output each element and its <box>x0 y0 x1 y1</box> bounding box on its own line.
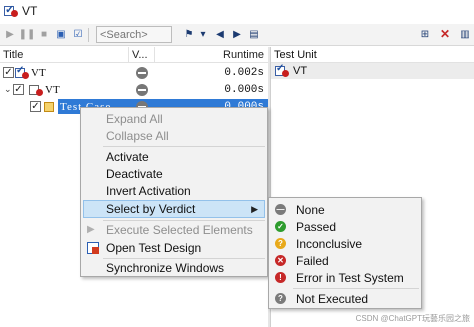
test-unit-icon: ✓ <box>275 63 289 77</box>
submenu-item-failed[interactable]: ✕ Failed <box>271 252 421 269</box>
submenu-item-label: Failed <box>296 253 329 268</box>
test-unit-label: VT <box>293 65 308 77</box>
menu-item-open-test-design[interactable]: Open Test Design <box>83 239 265 256</box>
arrow-right-icon[interactable]: ▶ <box>230 28 244 42</box>
play-icon: ▶ <box>87 223 95 235</box>
test-unit-header: Test Unit <box>271 47 474 63</box>
report-icon[interactable]: ▤ <box>247 28 261 42</box>
column-runtime[interactable]: Runtime <box>223 49 264 61</box>
menu-item-label: Deactivate <box>106 166 163 181</box>
column-verdict[interactable]: V... <box>132 49 148 61</box>
row-runtime: 0.000s <box>224 83 264 96</box>
window-title: VT <box>22 4 38 18</box>
collapse-arrow-icon[interactable]: ⌄ <box>4 84 12 95</box>
none-icon: — <box>275 204 286 215</box>
toolbar-right: ⊞ ✕ ▥ <box>412 27 472 41</box>
submenu-item-label: Not Executed <box>296 291 369 306</box>
tree-row[interactable]: ✓ ✓ VT 0.002s <box>0 64 268 81</box>
context-menu: Expand All Collapse All Activate Deactiv… <box>80 107 268 277</box>
inconclusive-icon: ? <box>275 238 286 249</box>
tree-row[interactable]: ⌄ ✓ VT 0.000s <box>0 81 268 98</box>
row-label: VT <box>31 66 46 79</box>
menu-item-select-by-verdict[interactable]: Select by Verdict ▶ <box>83 200 265 218</box>
row-label: VT <box>45 83 60 96</box>
menu-item-label: Synchronize Windows <box>106 260 225 275</box>
submenu-item-label: Passed <box>296 219 337 234</box>
menu-item-invert-activation[interactable]: Invert Activation <box>83 182 265 199</box>
filter-dropdown-icon[interactable]: ▾ <box>196 28 210 42</box>
play-icon[interactable]: ▶ <box>3 28 17 42</box>
test-group-icon <box>29 84 43 96</box>
passed-icon: ✓ <box>275 221 286 232</box>
filter-icon[interactable]: ⚑ <box>182 28 196 42</box>
submenu-item-inconclusive[interactable]: ? Inconclusive <box>271 235 421 252</box>
menu-item-label: Invert Activation <box>106 183 191 198</box>
test-design-icon[interactable]: ▣ <box>54 28 68 42</box>
submenu-item-label: Inconclusive <box>296 236 363 251</box>
menu-item-label: Expand All <box>106 111 163 126</box>
not-executed-icon: ? <box>275 293 286 304</box>
verdict-none-icon <box>136 66 148 79</box>
row-runtime: 0.002s <box>224 66 264 79</box>
submenu-item-not-executed[interactable]: ? Not Executed <box>271 290 421 307</box>
submenu-item-error-in-test-system[interactable]: ! Error in Test System <box>271 269 421 286</box>
toolbar-divider <box>88 27 89 42</box>
stop-icon[interactable]: ■ <box>37 28 51 42</box>
verdict-filter-icon[interactable]: ☑ <box>71 28 85 42</box>
test-case-icon <box>44 101 56 113</box>
menu-item-deactivate[interactable]: Deactivate <box>83 165 265 182</box>
menu-item-label: Collapse All <box>106 128 169 143</box>
menu-separator <box>293 288 419 289</box>
row-checkbox[interactable]: ✓ <box>30 101 41 112</box>
menu-item-label: Select by Verdict <box>106 202 196 216</box>
submenu-item-label: Error in Test System <box>296 270 404 285</box>
test-unit-row[interactable]: ✓ VT <box>271 63 474 79</box>
row-checkbox[interactable]: ✓ <box>3 67 14 78</box>
verdict-submenu: — None ✓ Passed ? Inconclusive ✕ Failed … <box>268 197 422 309</box>
submenu-item-label: None <box>296 202 325 217</box>
column-divider[interactable] <box>154 47 155 63</box>
test-unit-icon: ✓ <box>4 4 18 17</box>
menu-item-label: Activate <box>106 149 149 164</box>
menu-item-collapse-all[interactable]: Collapse All <box>83 127 265 144</box>
row-checkbox[interactable]: ✓ <box>13 84 24 95</box>
submenu-item-none[interactable]: — None <box>271 201 421 218</box>
test-design-icon <box>87 241 99 254</box>
error-icon: ! <box>275 272 286 283</box>
pause-icon[interactable]: ❚❚ <box>19 28 36 42</box>
submenu-arrow-icon: ▶ <box>251 203 258 214</box>
menu-item-activate[interactable]: Activate <box>83 148 265 165</box>
layout-icon[interactable]: ▥ <box>458 27 472 41</box>
tree-column-header: Title V... Runtime <box>0 47 268 63</box>
column-title[interactable]: Title <box>3 49 23 61</box>
submenu-item-passed[interactable]: ✓ Passed <box>271 218 421 235</box>
toolbar: ▶ ❚❚ ■ ▣ ☑ ⚑ ▾ ◀ ▶ ▤ ⊞ ✕ ▥ <box>0 24 474 46</box>
menu-item-label: Open Test Design <box>106 240 202 255</box>
column-divider[interactable] <box>128 47 129 63</box>
menu-item-expand-all[interactable]: Expand All <box>83 110 265 127</box>
arrow-left-icon[interactable]: ◀ <box>213 28 227 42</box>
close-icon[interactable]: ✕ <box>438 27 452 41</box>
menu-item-label: Execute Selected Elements <box>106 222 253 237</box>
add-window-icon[interactable]: ⊞ <box>418 27 432 41</box>
failed-icon: ✕ <box>275 255 286 266</box>
menu-separator <box>103 146 265 147</box>
test-unit-icon: ✓ <box>15 65 29 79</box>
menu-item-execute-selected[interactable]: ▶ Execute Selected Elements <box>83 221 265 238</box>
search-input[interactable] <box>96 26 172 43</box>
watermark: CSDN @ChatGPT玩藝乐园之旅 <box>355 314 470 323</box>
menu-item-synchronize-windows[interactable]: Synchronize Windows <box>83 259 265 276</box>
window-titlebar: ✓ VT <box>0 0 474 22</box>
verdict-none-icon <box>136 83 148 96</box>
